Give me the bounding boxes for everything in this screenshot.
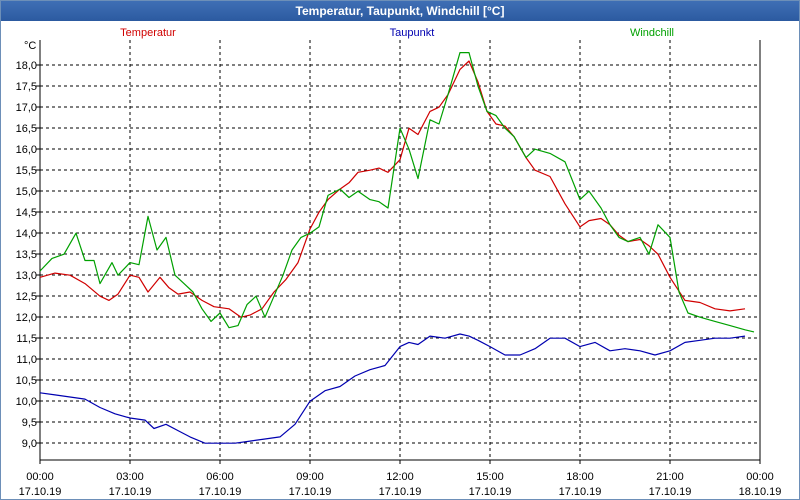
y-tick-label: 14,0	[16, 228, 37, 240]
y-tick-label: 15,5	[16, 165, 37, 177]
legend-windchill: Windchill	[630, 27, 674, 39]
x-tick-time: 21:00	[656, 471, 684, 483]
legend-taupunkt: Taupunkt	[390, 27, 435, 39]
y-tick-label: 18,0	[16, 60, 37, 72]
y-tick-label: 16,0	[16, 144, 37, 156]
series-line-taupunkt	[39, 333, 746, 444]
axes	[36, 40, 761, 464]
y-tick-label: 9,0	[22, 438, 37, 450]
x-tick-time: 09:00	[296, 471, 324, 483]
chart-area: 9,0 9,5 10,0 10,5 11,0 11,5 12,0 12,5 13,0 13,5 14…	[16, 27, 782, 498]
y-tick-label: 14,5	[16, 207, 37, 219]
x-tick-time: 06:00	[206, 471, 234, 483]
y-axis-unit: °C	[24, 40, 36, 52]
y-tick-label: 17,0	[16, 102, 37, 114]
x-tick-date: 17.10.19	[289, 486, 332, 498]
series-lines	[39, 52, 755, 444]
x-tick-time: 03:00	[116, 471, 144, 483]
y-tick-label: 12,0	[16, 312, 37, 324]
y-tick-label: 13,0	[16, 270, 37, 282]
x-tick-date: 17.10.19	[19, 486, 62, 498]
x-tick-time: 00:00	[746, 471, 774, 483]
x-tick-time: 00:00	[26, 471, 54, 483]
x-tick-time: 15:00	[476, 471, 504, 483]
legend-temperatur: Temperatur	[120, 27, 176, 39]
y-tick-label: 16,5	[16, 123, 37, 135]
x-tick-date: 17.10.19	[379, 486, 422, 498]
grid-lines	[40, 40, 760, 460]
y-tick-label: 13,5	[16, 249, 37, 261]
x-tick-labels: 00:00 17.10.19 03:00 17.10.19 06:00 17.10.19 0…	[19, 471, 782, 498]
y-tick-label: 12,5	[16, 291, 37, 303]
x-tick-date: 17.10.19	[559, 486, 602, 498]
x-tick-time: 18:00	[566, 471, 594, 483]
x-tick-date: 18.10.19	[739, 486, 782, 498]
legend: Temperatur Taupunkt Windchill	[120, 27, 674, 39]
x-tick-date: 17.10.19	[109, 486, 152, 498]
x-tick-time: 12:00	[386, 471, 414, 483]
x-tick-date: 17.10.19	[199, 486, 242, 498]
y-tick-label: 9,5	[22, 417, 37, 429]
x-tick-date: 17.10.19	[469, 486, 512, 498]
y-tick-label: 17,5	[16, 81, 37, 93]
y-tick-label: 10,5	[16, 375, 37, 387]
y-tick-label: 11,0	[16, 354, 37, 366]
y-tick-label: 15,0	[16, 186, 37, 198]
y-tick-labels: 9,0 9,5 10,0 10,5 11,0 11,5 12,0 12,5 13,0 13,5 14…	[16, 60, 37, 450]
y-tick-label: 11,5	[16, 333, 37, 345]
y-tick-label: 10,0	[16, 396, 37, 408]
x-tick-date: 17.10.19	[649, 486, 692, 498]
series-line-temperatur	[39, 60, 746, 318]
